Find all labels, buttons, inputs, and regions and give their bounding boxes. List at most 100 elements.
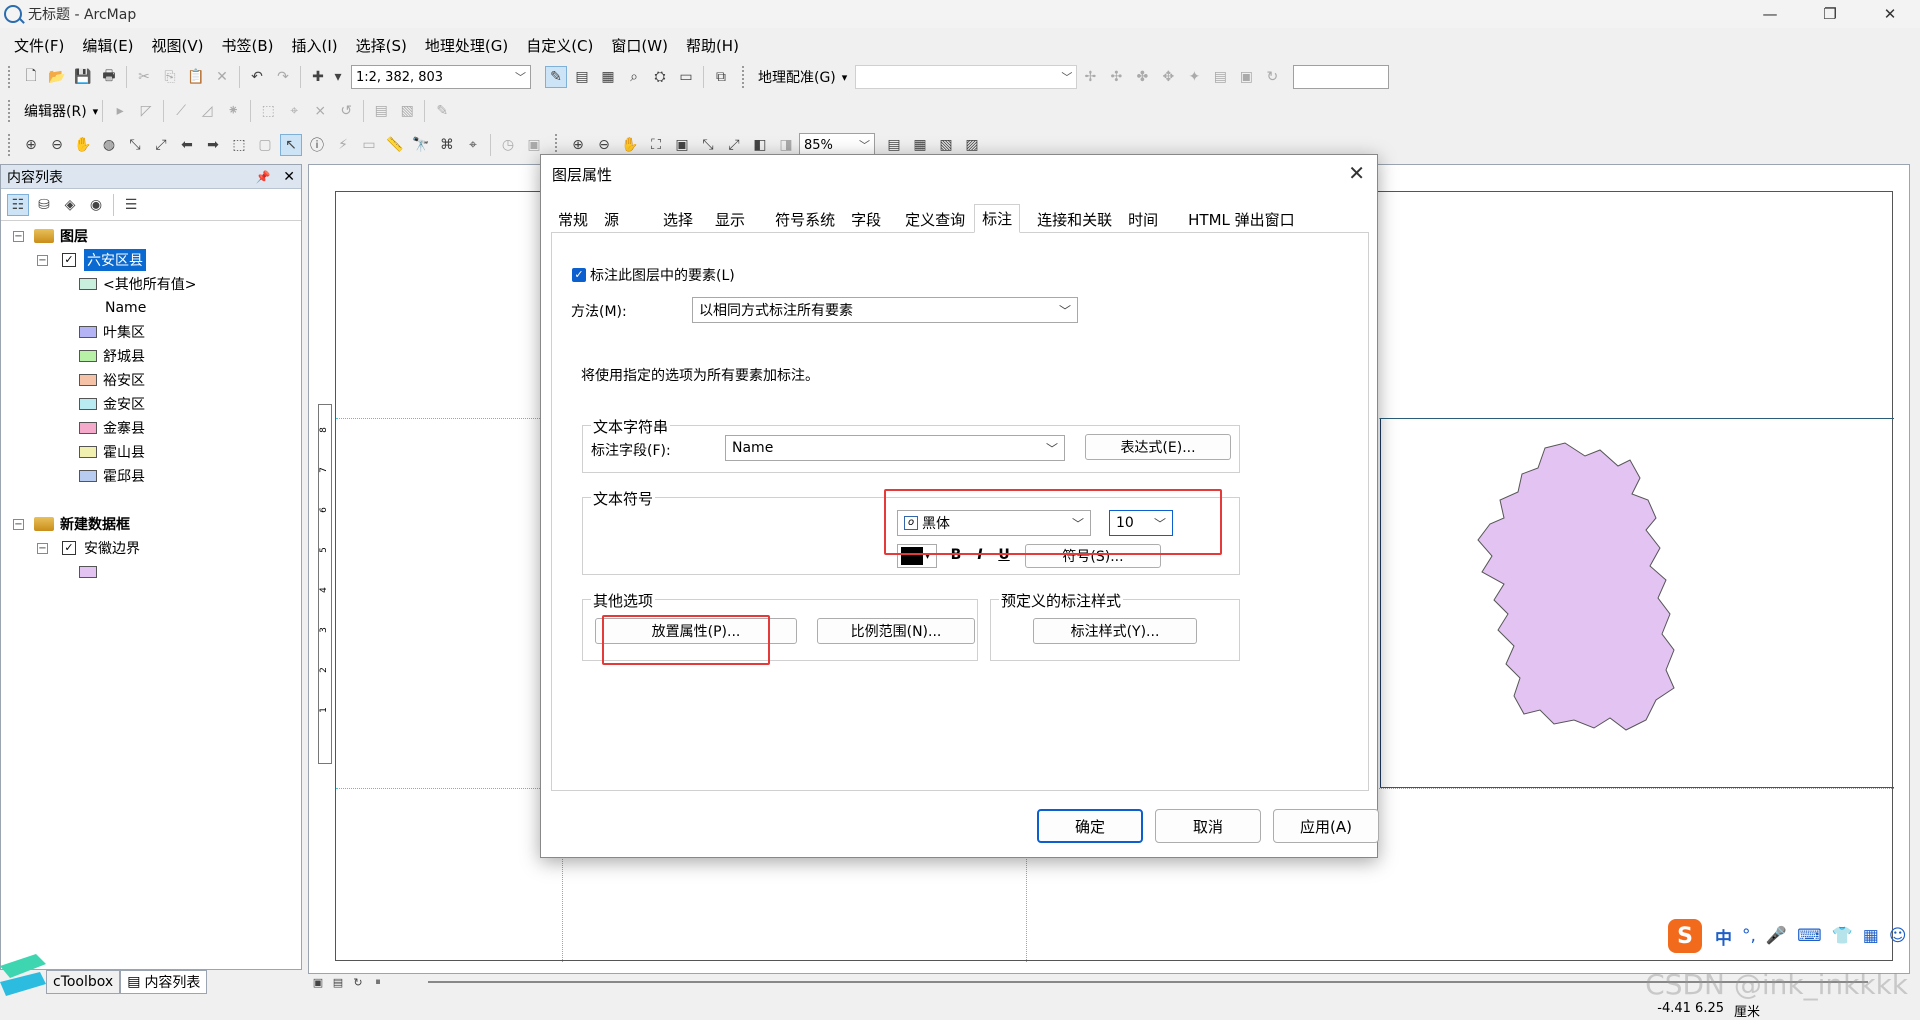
- point-icon[interactable]: ⁕: [222, 100, 244, 122]
- ok-button[interactable]: 确定: [1037, 809, 1143, 843]
- legend-other-values[interactable]: <其他所有值>: [79, 273, 196, 295]
- menu-bookmarks[interactable]: 书签(B): [213, 35, 283, 56]
- delete-icon[interactable]: ✕: [211, 66, 233, 88]
- tab-display[interactable]: 显示: [708, 206, 752, 232]
- select-elements-icon[interactable]: ↖: [280, 134, 302, 156]
- time-slider-icon[interactable]: ◷: [497, 134, 519, 156]
- construction-icon[interactable]: ◿: [196, 100, 218, 122]
- collapse-icon[interactable]: −: [13, 518, 24, 530]
- layout-view-icon[interactable]: ▤: [330, 974, 346, 990]
- list-by-drawing-order-icon[interactable]: ☷: [7, 193, 29, 216]
- tab-selection[interactable]: 选择: [656, 206, 700, 232]
- menu-customize[interactable]: 自定义(C): [517, 35, 602, 56]
- dialog-close-icon[interactable]: ✕: [1348, 161, 1365, 185]
- data-frame-new[interactable]: − 新建数据框: [13, 513, 130, 535]
- toc-close-icon[interactable]: ✕: [283, 169, 295, 185]
- label-features-checkbox[interactable]: ✓: [572, 268, 586, 282]
- legend-class-item[interactable]: 金寨县: [79, 417, 145, 439]
- create-features-icon[interactable]: ✎: [431, 100, 453, 122]
- undo-icon[interactable]: ↶: [246, 66, 268, 88]
- symbol-swatch[interactable]: [79, 374, 97, 386]
- ime-language-toggle[interactable]: 中: [1715, 924, 1732, 949]
- hyperlink-icon[interactable]: ⚡: [332, 134, 354, 156]
- cut-polygons-icon[interactable]: ⨯: [309, 100, 331, 122]
- measure-icon[interactable]: 📏: [384, 134, 406, 156]
- expression-button[interactable]: 表达式(E)...: [1085, 434, 1231, 460]
- punctuation-icon[interactable]: °,: [1742, 926, 1756, 946]
- symbol-swatch[interactable]: [79, 566, 97, 578]
- microphone-icon[interactable]: 🎤: [1766, 926, 1787, 946]
- tab-contents[interactable]: ▤ 内容列表: [120, 970, 208, 994]
- toggle-draft-icon[interactable]: ▤: [883, 134, 905, 156]
- menu-view[interactable]: 视图(V): [143, 35, 213, 56]
- clear-selection-icon[interactable]: ▢: [254, 134, 276, 156]
- add-control-points-icon[interactable]: ✥: [1157, 66, 1179, 88]
- layer-name[interactable]: 六安区县: [84, 249, 146, 271]
- layer-visibility-checkbox[interactable]: ✓: [62, 253, 76, 267]
- go-back-extent-icon[interactable]: ◧: [749, 134, 771, 156]
- search-window-icon[interactable]: ⌕: [623, 66, 645, 88]
- rotate-dropdown-icon[interactable]: ↻: [1261, 66, 1283, 88]
- toolbar-grip[interactable]: [555, 134, 559, 156]
- back-extent-icon[interactable]: ⬅: [176, 134, 198, 156]
- tab-joins-relates[interactable]: 连接和关联: [1030, 206, 1119, 232]
- rotation-input[interactable]: [1293, 65, 1390, 89]
- rotate-icon[interactable]: ✢: [1079, 66, 1101, 88]
- map-scale-combo[interactable]: 1:2, 382, 803 ﹀: [351, 65, 531, 89]
- layout-zoom-out-icon[interactable]: ⊖: [593, 134, 615, 156]
- catalog-icon[interactable]: ▦: [597, 66, 619, 88]
- full-extent-icon[interactable]: ◍: [98, 134, 120, 156]
- layout-zoom-in-icon[interactable]: ⊕: [567, 134, 589, 156]
- select-features-icon[interactable]: ⬚: [228, 134, 250, 156]
- tab-fields[interactable]: 字段: [844, 206, 888, 232]
- emoji-icon[interactable]: ☺: [1889, 926, 1907, 946]
- symbol-swatch[interactable]: [79, 470, 97, 482]
- layer-anhui-boundary[interactable]: − ✓ 安徽边界: [37, 537, 140, 559]
- zoom-100-icon[interactable]: ▣: [671, 134, 693, 156]
- toolbar-grip[interactable]: [8, 100, 12, 122]
- edit-annotation-icon[interactable]: ◸: [135, 100, 157, 122]
- go-to-xy-icon[interactable]: ⌖: [462, 134, 484, 156]
- restore-button[interactable]: ❐: [1800, 0, 1860, 28]
- scale-range-button[interactable]: 比例范围(N)...: [817, 618, 975, 644]
- straight-segment-icon[interactable]: ⟋: [170, 100, 192, 122]
- symbol-swatch[interactable]: [79, 446, 97, 458]
- edit-vertices-icon[interactable]: ⬚: [257, 100, 279, 122]
- toolbar-grip[interactable]: [8, 66, 12, 88]
- scale-icon[interactable]: ✤: [1131, 66, 1153, 88]
- cut-icon[interactable]: ✂: [133, 66, 155, 88]
- georeferencing-menu[interactable]: 地理配准(G): [752, 67, 842, 87]
- symbol-swatch[interactable]: [79, 278, 97, 290]
- pin-icon[interactable]: 📌: [256, 170, 271, 184]
- split-icon[interactable]: ↺: [335, 100, 357, 122]
- options-icon[interactable]: ☰: [120, 194, 142, 216]
- legend-class-item[interactable]: 裕安区: [79, 369, 145, 391]
- editor-dropdown-icon[interactable]: ▾: [93, 105, 99, 118]
- collapse-icon[interactable]: −: [13, 230, 24, 242]
- link-icon[interactable]: ✦: [1183, 66, 1205, 88]
- forward-extent-icon[interactable]: ➡: [202, 134, 224, 156]
- tab-general[interactable]: 常规: [551, 206, 595, 232]
- editor-menu[interactable]: 编辑器(R): [18, 101, 93, 121]
- tab-source[interactable]: 源: [597, 206, 626, 232]
- symbol-swatch[interactable]: [79, 422, 97, 434]
- symbol-swatch[interactable]: [79, 398, 97, 410]
- zoom-in-icon[interactable]: ⊕: [20, 134, 42, 156]
- attributes-icon[interactable]: ▤: [370, 100, 392, 122]
- collapse-icon[interactable]: −: [37, 254, 48, 266]
- toolbar-grip[interactable]: [742, 66, 746, 88]
- zoom-out-icon[interactable]: ⊖: [46, 134, 68, 156]
- legend-class-item[interactable]: 金安区: [79, 393, 145, 415]
- go-forward-extent-icon[interactable]: ◨: [775, 134, 797, 156]
- create-viewer-icon[interactable]: ▣: [523, 134, 545, 156]
- reshape-icon[interactable]: ⌖: [283, 100, 305, 122]
- viewer-icon[interactable]: ▣: [1235, 66, 1257, 88]
- toolbar-grip[interactable]: [8, 134, 12, 156]
- layer-name[interactable]: 安徽边界: [84, 538, 140, 558]
- pause-drawing-icon[interactable]: ⏸: [370, 974, 386, 990]
- html-popup-icon[interactable]: ▭: [358, 134, 380, 156]
- table-of-contents-icon[interactable]: ▤: [571, 66, 593, 88]
- view-link-table-icon[interactable]: ▤: [1209, 66, 1231, 88]
- label-styles-button[interactable]: 标注样式(Y)...: [1033, 618, 1197, 644]
- vertical-ruler[interactable]: 8 7 6 5 4 3 2 1: [318, 404, 332, 764]
